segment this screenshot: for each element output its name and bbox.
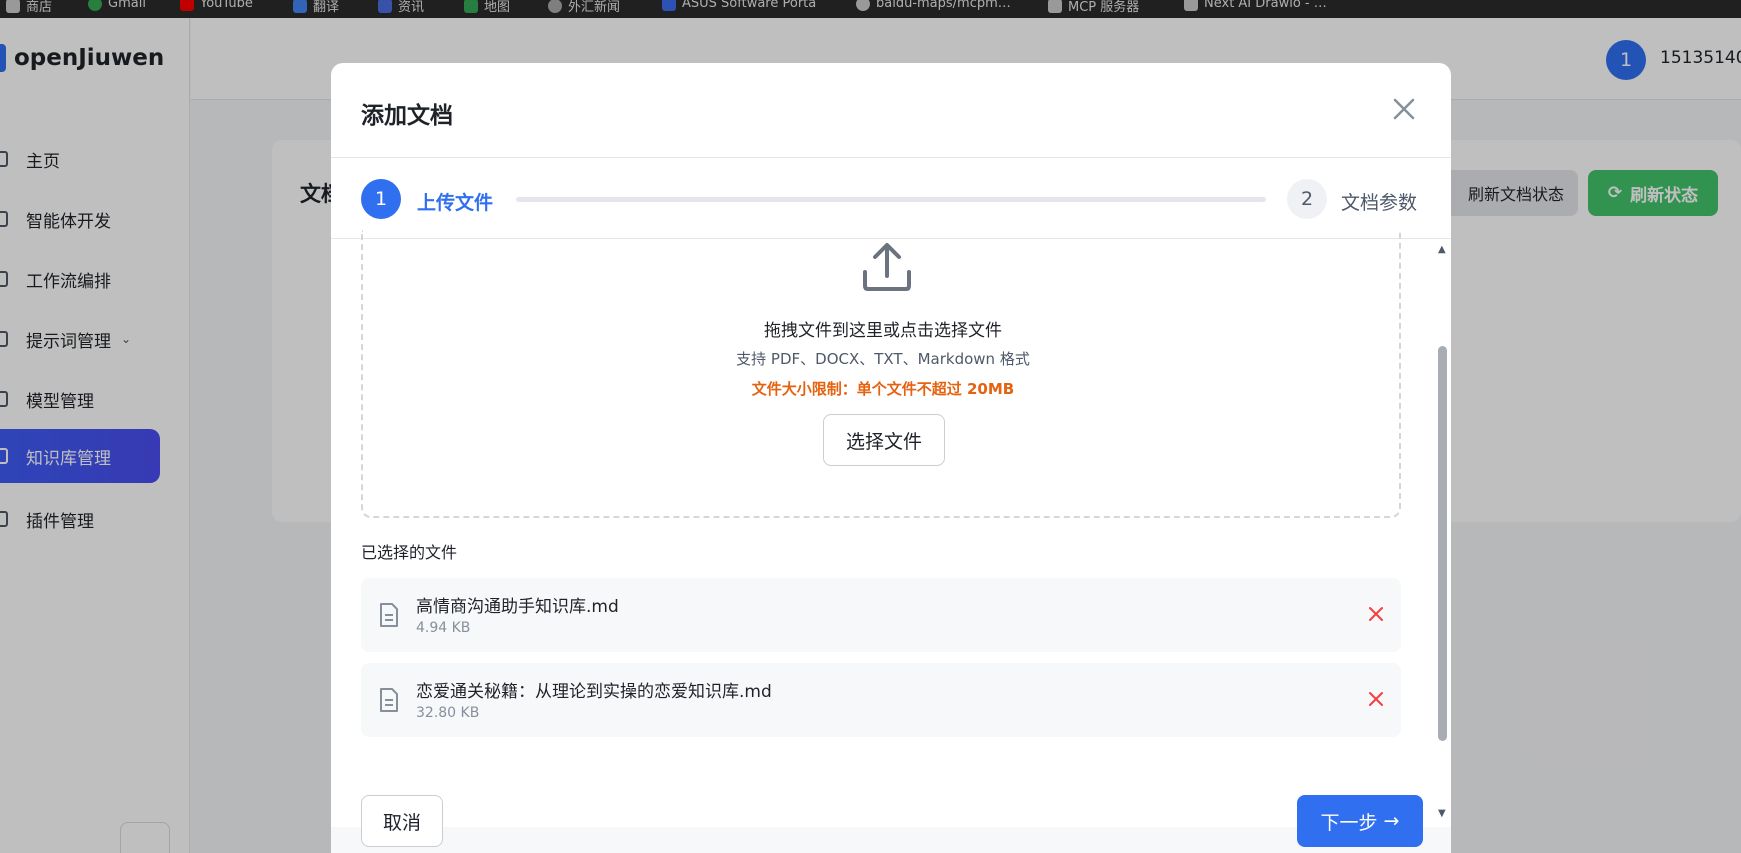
selected-files-heading: 已选择的文件 (361, 543, 458, 562)
file-name: 恋爱通关秘籍：从理论到实操的恋爱知识库.md (416, 682, 772, 702)
document-icon (380, 688, 398, 712)
file-name: 高情商沟通助手知识库.md (416, 597, 619, 617)
modal-body: 拖拽文件到这里或点击选择文件 支持 PDF、DOCX、TXT、Markdown … (331, 230, 1451, 827)
step-1-circle: 1 (361, 179, 401, 219)
file-dropzone[interactable]: 拖拽文件到这里或点击选择文件 支持 PDF、DOCX、TXT、Markdown … (361, 230, 1401, 518)
dropzone-size-limit: 文件大小限制：单个文件不超过 20MB (751, 380, 1015, 398)
document-icon (380, 603, 398, 627)
arrow-right-icon: → (1383, 810, 1400, 832)
step-2-label: 文档参数 (1341, 192, 1418, 214)
dropzone-instruction: 拖拽文件到这里或点击选择文件 (764, 321, 1002, 341)
step-progress-line (516, 197, 1266, 202)
next-step-button[interactable]: 下一步 → (1297, 795, 1423, 847)
upload-icon (863, 243, 911, 291)
add-document-modal: 添加文档 1 上传文件 2 文档参数 拖拽文件到这里或点击选择文件 支持 PDF… (331, 63, 1451, 853)
modal-title: 添加文档 (361, 103, 453, 129)
cancel-button[interactable]: 取消 (361, 795, 443, 847)
file-size: 4.94 KB (416, 620, 471, 636)
dropzone-formats: 支持 PDF、DOCX、TXT、Markdown 格式 (736, 350, 1030, 368)
file-list-item: 恋爱通关秘籍：从理论到实操的恋爱知识库.md 32.80 KB (361, 663, 1401, 737)
remove-file-icon[interactable] (1367, 690, 1385, 708)
step-indicator: 1 上传文件 2 文档参数 (331, 159, 1451, 239)
file-size: 32.80 KB (416, 705, 480, 721)
modal-footer (331, 827, 1451, 853)
modal-scrollbar[interactable]: ▲ ▼ (1435, 240, 1449, 827)
file-list-item: 高情商沟通助手知识库.md 4.94 KB (361, 578, 1401, 652)
remove-file-icon[interactable] (1367, 605, 1385, 623)
scroll-up-arrow-icon[interactable]: ▲ (1438, 244, 1446, 255)
step-1-label: 上传文件 (417, 192, 494, 214)
modal-header: 添加文档 (331, 63, 1451, 158)
scroll-down-arrow-icon[interactable]: ▼ (1438, 808, 1446, 819)
scroll-thumb[interactable] (1438, 346, 1447, 741)
step-2-circle: 2 (1287, 179, 1327, 219)
close-icon[interactable] (1391, 96, 1417, 122)
select-file-button[interactable]: 选择文件 (823, 414, 945, 466)
